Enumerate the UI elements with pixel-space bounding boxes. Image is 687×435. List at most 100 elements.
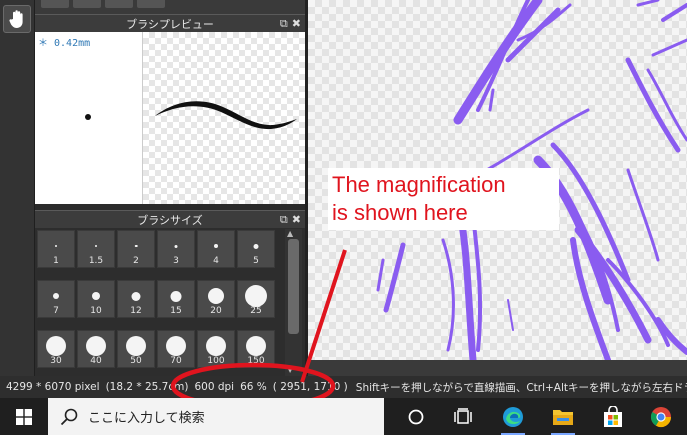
brush-size-header: ブラシサイズ ⧉ ✖ (35, 210, 305, 228)
brush-size-cell[interactable]: 50 (117, 330, 155, 368)
brush-size-dot (131, 291, 141, 301)
canvas-pixel-size: 4299 * 6070 pixel (6, 381, 100, 393)
brush-size-label: 12 (130, 306, 142, 316)
brush-preview-header: ブラシプレビュー ⧉ ✖ (35, 14, 305, 32)
annotation-line-1: The magnification (332, 172, 506, 197)
brush-size-cell[interactable]: 3 (157, 230, 195, 268)
brush-size-label: 15 (170, 306, 182, 316)
panel-top-strip (35, 0, 305, 14)
brush-size-readout: ＊ 0.42mm (38, 38, 91, 49)
brush-size-dot (214, 244, 218, 248)
scrollbar-thumb[interactable] (288, 239, 299, 334)
brush-size-label: 150 (247, 356, 265, 366)
brush-size-dot (126, 336, 146, 356)
brush-size-cell[interactable]: 100 (197, 330, 235, 368)
brush-size-dot (95, 245, 97, 247)
scroll-up-icon[interactable]: ▲ (287, 229, 293, 238)
file-explorer-button[interactable] (543, 398, 583, 435)
close-icon[interactable]: ✖ (292, 17, 301, 31)
brush-tip-dot (85, 114, 91, 120)
edge-icon (503, 406, 523, 427)
store-button[interactable] (593, 398, 633, 435)
brush-size-label: 2 (133, 256, 139, 266)
start-button[interactable] (0, 398, 48, 435)
brush-size-dot (246, 336, 266, 356)
edge-button[interactable] (493, 398, 533, 435)
canvas-physical-size: (18.2 * 25.7cm) (105, 381, 189, 393)
cursor-coordinates: ( 2951, 1710 ) (272, 381, 348, 393)
brush-size-cell[interactable]: 20 (197, 280, 235, 318)
brush-size-title: ブラシサイズ (137, 213, 203, 227)
palette-tab[interactable] (73, 0, 101, 8)
scroll-down-icon[interactable]: ▼ (287, 365, 293, 374)
task-view-icon (454, 407, 472, 424)
zoom-level: 66 % (240, 381, 267, 393)
brush-size-cell[interactable]: 25 (237, 280, 275, 318)
brush-size-label: 25 (250, 306, 262, 316)
brush-preview-title: ブラシプレビュー (126, 17, 214, 31)
brush-size-label: 4 (213, 256, 219, 266)
brush-size-cell[interactable]: 30 (37, 330, 75, 368)
task-view-button[interactable] (443, 398, 483, 435)
brush-size-label: 20 (210, 306, 222, 316)
brush-size-cell[interactable]: 150 (237, 330, 275, 368)
brush-size-label: 3 (173, 256, 179, 266)
brush-size-dot (86, 336, 106, 356)
brush-size-label: 50 (130, 356, 142, 366)
brush-size-dot (92, 292, 100, 300)
brush-size-grid: 1 1.5 2 3 4 5 7 10 12 15 20 25 30 40 50 70 100 150 (35, 228, 305, 376)
canvas-horizontal-scrollbar[interactable] (308, 360, 687, 376)
brush-size-cell[interactable]: 10 (77, 280, 115, 318)
palette-tab[interactable] (41, 0, 69, 8)
brush-size-cell[interactable]: 1 (37, 230, 75, 268)
popout-icon[interactable]: ⧉ (280, 213, 288, 227)
brush-size-label: 30 (50, 356, 62, 366)
brush-size-label: 1.5 (88, 256, 104, 266)
brush-size-cell[interactable]: 7 (37, 280, 75, 318)
brush-size-label: 5 (253, 256, 259, 266)
annotation-text: The magnification is shown here (332, 171, 506, 227)
windows-taskbar: ここに入力して検索 (0, 398, 687, 435)
brush-size-label: 100 (207, 356, 225, 366)
file-explorer-icon (553, 409, 573, 425)
cortana-icon (408, 409, 424, 424)
stroke-sample (155, 101, 297, 130)
cortana-button[interactable] (396, 398, 436, 435)
hand-icon (9, 10, 23, 29)
brush-size-cell[interactable]: 2 (117, 230, 155, 268)
brush-size-label: 70 (170, 356, 182, 366)
hand-tool-button[interactable] (3, 5, 31, 33)
brush-size-dot (53, 293, 59, 299)
brush-size-cell[interactable]: 70 (157, 330, 195, 368)
brush-size-dot (174, 244, 178, 248)
tool-strip (0, 0, 35, 376)
palette-tab[interactable] (105, 0, 133, 8)
annotation-line-2: is shown here (332, 200, 468, 225)
close-icon[interactable]: ✖ (292, 213, 301, 227)
brush-size-cell[interactable]: 5 (237, 230, 275, 268)
brush-stroke-preview (143, 32, 305, 204)
brush-size-cell[interactable]: 15 (157, 280, 195, 318)
brush-size-dot (245, 285, 267, 307)
brush-size-dot (208, 288, 224, 304)
brush-size-cell[interactable]: 4 (197, 230, 235, 268)
status-bar: 4299 * 6070 pixel (18.2 * 25.7cm) 600 dp… (0, 376, 687, 398)
chrome-button[interactable] (641, 398, 681, 435)
brush-size-dot (206, 336, 226, 356)
brush-size-cell[interactable]: 1.5 (77, 230, 115, 268)
brush-size-cell[interactable]: 12 (117, 280, 155, 318)
brush-preview-area: ＊ 0.42mm (35, 32, 305, 204)
brush-size-dot (253, 243, 259, 249)
brush-size-dot (46, 336, 66, 356)
windows-start-icon (16, 408, 32, 425)
taskbar-search-box[interactable]: ここに入力して検索 (48, 398, 384, 435)
brush-size-dot (134, 244, 138, 248)
search-icon (60, 408, 78, 425)
brush-size-dot (166, 336, 186, 356)
brush-size-dot (55, 245, 57, 247)
tool-hint: Shiftキーを押しながらで直線描画、Ctrl+Altキーを押しながら左右ドラッ… (355, 381, 687, 394)
brush-size-label: 40 (90, 356, 102, 366)
popout-icon[interactable]: ⧉ (280, 17, 288, 31)
palette-tab[interactable] (137, 0, 165, 8)
brush-size-cell[interactable]: 40 (77, 330, 115, 368)
